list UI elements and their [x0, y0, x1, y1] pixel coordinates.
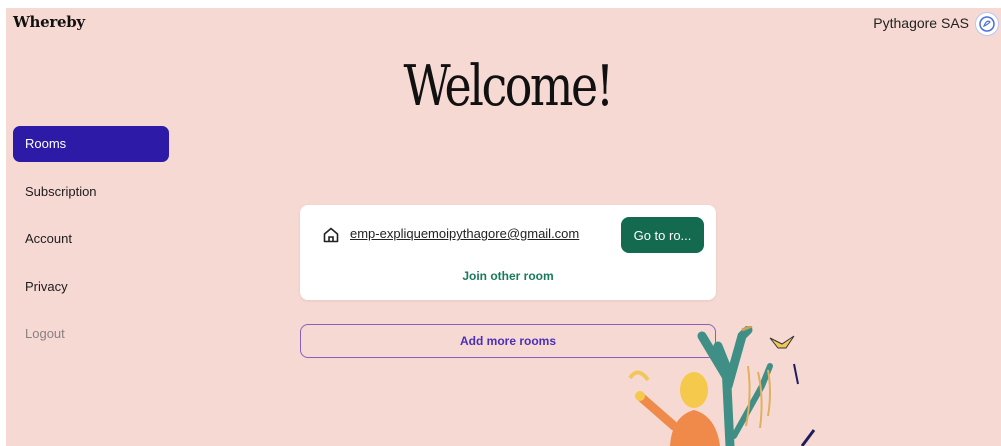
sidebar-nav: Rooms Subscription Account Privacy Logou…	[13, 126, 169, 364]
organization-avatar[interactable]	[975, 12, 999, 36]
sidebar-item-subscription[interactable]: Subscription	[13, 174, 169, 210]
sidebar-item-logout[interactable]: Logout	[13, 316, 169, 352]
room-link[interactable]: emp-expliquemoipythagore@gmail.com	[350, 226, 579, 241]
room-card: emp-expliquemoipythagore@gmail.com Go to…	[300, 205, 716, 300]
org-logo-icon	[979, 16, 995, 32]
welcome-heading: Welcome!	[403, 54, 615, 119]
sidebar-item-account[interactable]: Account	[13, 221, 169, 257]
app-window: Whereby Pythagore SAS Welcome! Rooms Sub…	[6, 8, 1001, 446]
sidebar-item-rooms[interactable]: Rooms	[13, 126, 169, 162]
home-icon	[323, 227, 339, 243]
whereby-logo[interactable]: Whereby	[13, 13, 85, 31]
person-tree-illustration	[628, 326, 816, 446]
account-name[interactable]: Pythagore SAS	[873, 15, 969, 31]
go-to-room-button[interactable]: Go to ro...	[621, 217, 704, 253]
join-other-room-link[interactable]: Join other room	[300, 269, 716, 283]
sidebar-item-privacy[interactable]: Privacy	[13, 269, 169, 305]
